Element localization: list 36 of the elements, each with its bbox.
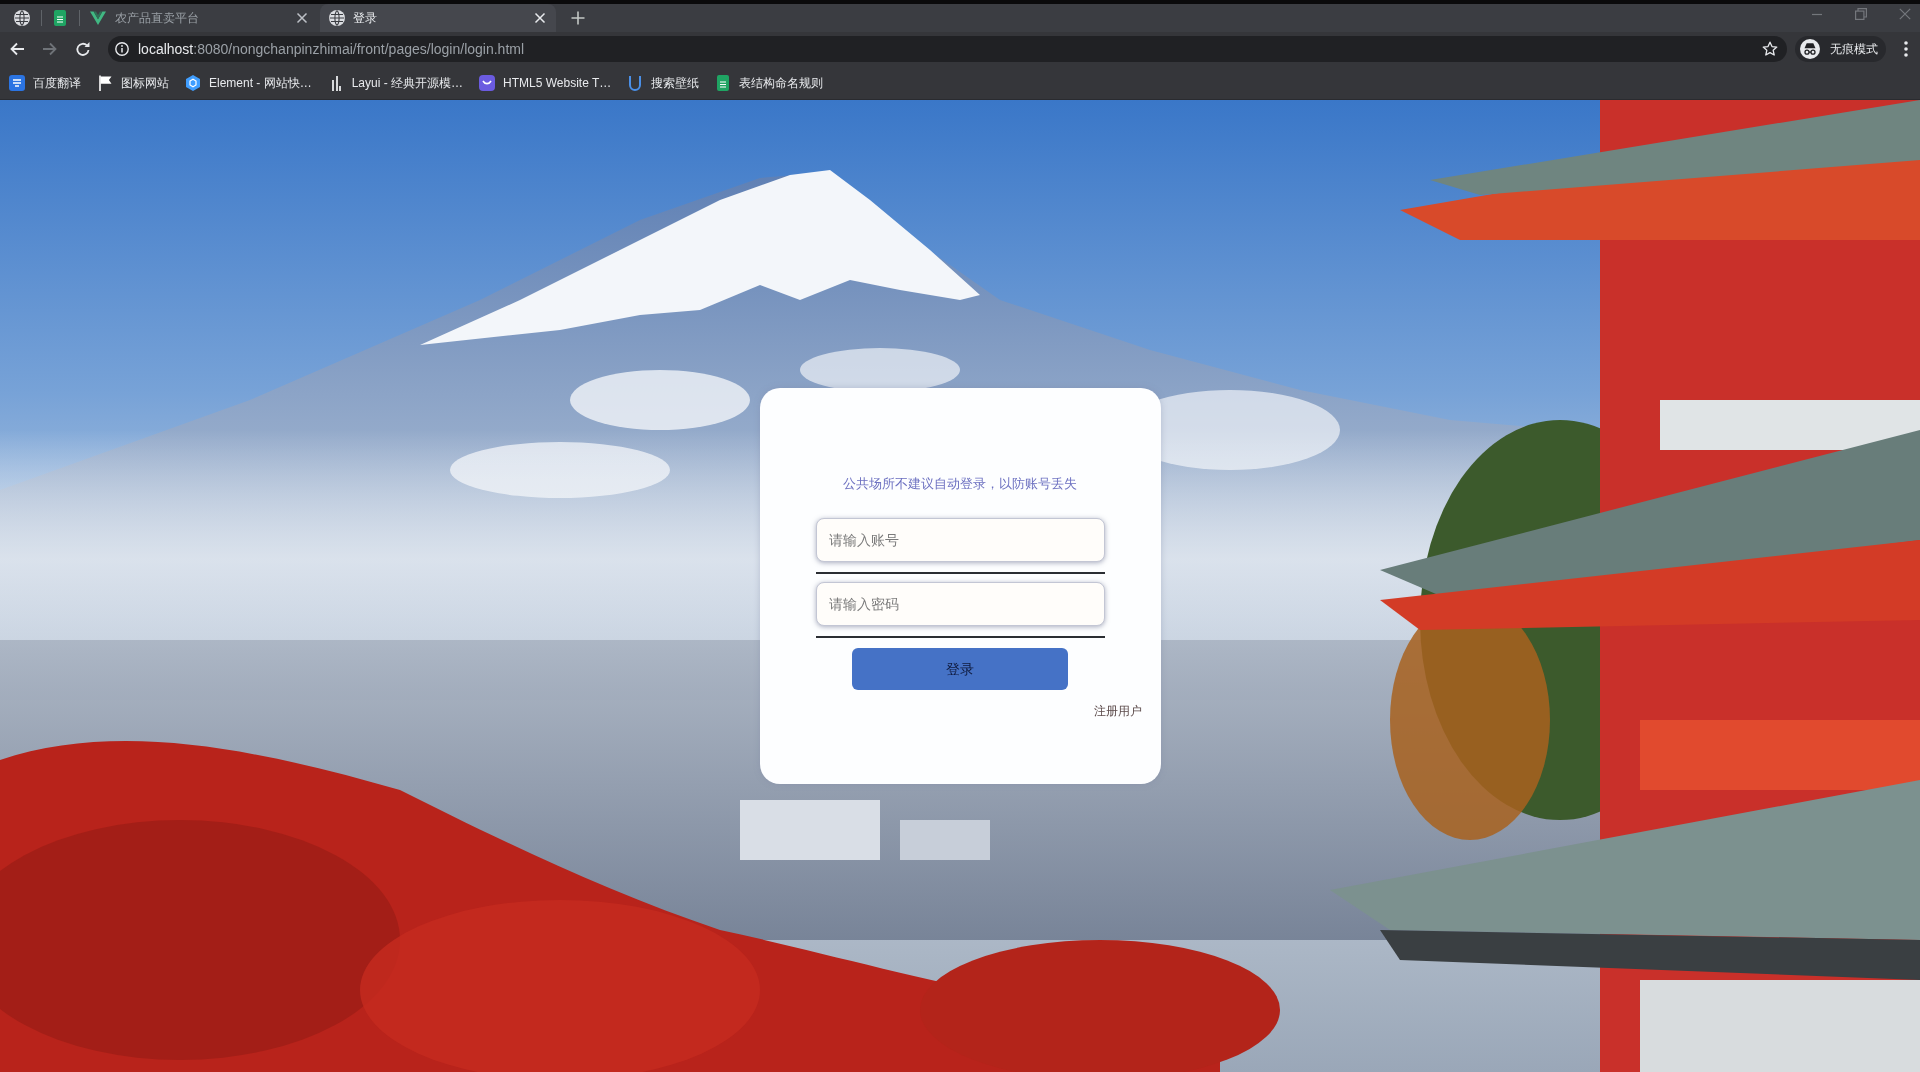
spreadsheet-icon [715, 74, 732, 91]
info-icon[interactable] [115, 42, 129, 56]
password-input[interactable]: 请输入密码 [815, 582, 1105, 626]
reload-icon[interactable] [75, 41, 91, 57]
url-text: localhost:8080/nongchanpinzhimai/front/pages/login/login.html [138, 40, 526, 59]
spreadsheet-icon[interactable] [52, 10, 68, 26]
bookmark-item[interactable]: 表结构命名规则 [715, 73, 824, 92]
hexagon-icon [185, 74, 201, 91]
register-link[interactable]: 注册用户 [1093, 703, 1142, 719]
globe-icon [329, 10, 345, 26]
bookmark-item[interactable]: HTML5 Website T… [479, 73, 612, 92]
bookmark-item[interactable]: Element - 网站快… [185, 73, 312, 92]
account-input[interactable]: 请输入账号 [815, 518, 1105, 562]
notice-text: 公共场所不建议自动登录，以防账号丢失 [843, 475, 1077, 493]
bookmark-item[interactable]: 图标网站 [97, 73, 169, 92]
profile-button[interactable]: 无痕模式 [1795, 36, 1886, 62]
plus-icon[interactable] [570, 10, 586, 26]
globe-icon[interactable] [14, 10, 30, 26]
back-arrow-icon[interactable] [9, 41, 25, 57]
address-bar[interactable]: localhost:8080/nongchanpinzhimai/front/pages/login/login.html [108, 36, 1787, 62]
login-button[interactable]: 登录 [852, 648, 1068, 690]
tile-icon [9, 74, 25, 91]
bookmark-item[interactable]: 搜索壁纸 [627, 73, 700, 92]
browser-tab[interactable]: 农产品直卖平台 [82, 4, 318, 32]
browser-tab[interactable]: 登录 [320, 4, 556, 32]
close-icon[interactable] [296, 12, 308, 24]
v-logo-icon [90, 10, 106, 26]
star-icon[interactable] [1762, 41, 1778, 57]
menu-icon[interactable] [1904, 41, 1908, 57]
u-shape-icon [627, 74, 644, 91]
bookmark-item[interactable]: Layui - 经典开源模… [327, 73, 464, 92]
incognito-icon [1800, 39, 1820, 59]
tile-icon [479, 74, 496, 91]
restore-icon[interactable] [1855, 8, 1867, 20]
flag-icon [97, 74, 113, 91]
bookmark-item[interactable]: 百度翻译 [9, 73, 81, 92]
